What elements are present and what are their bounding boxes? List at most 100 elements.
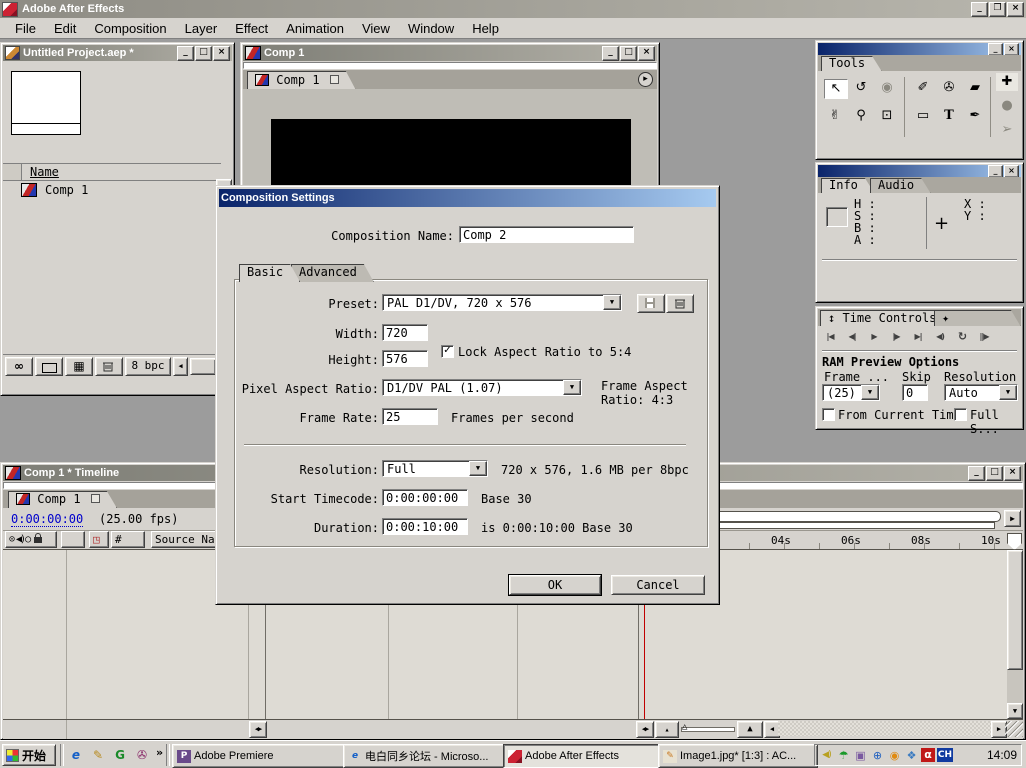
frame-rate-combo[interactable]: (25) ▼ (822, 384, 880, 401)
find-button[interactable]: ∞ (5, 357, 33, 376)
comp-titlebar[interactable]: Comp 1 _ □ × (243, 45, 657, 61)
comp-maximize-button[interactable]: □ (620, 46, 637, 61)
presets-tab[interactable]: ✦ Presets (934, 310, 1021, 327)
menu-window[interactable]: Window (399, 19, 463, 38)
height-input[interactable] (382, 350, 428, 367)
tray-antivirus-umbrella-icon[interactable]: ☂ (836, 748, 851, 763)
start-timecode-input[interactable] (382, 489, 468, 506)
current-time-display[interactable]: 0:00:00:00 (11, 512, 83, 527)
zoom-tool-icon[interactable]: ⚲ (850, 107, 872, 125)
ram-preview-button[interactable]: ||▶ (974, 330, 994, 344)
time-controls-tab[interactable]: ↕ Time Controls (820, 310, 953, 327)
project-maximize-button[interactable]: □ (195, 46, 212, 61)
resolution-dropdown-icon-dialog[interactable]: ▼ (469, 461, 487, 476)
quicklaunch-overflow-chevron[interactable]: » (156, 746, 163, 759)
audio-tab[interactable]: Audio (870, 178, 931, 194)
label-column[interactable] (61, 531, 85, 548)
info-titlebar[interactable]: _ × (818, 165, 1021, 177)
menu-file[interactable]: File (6, 19, 45, 38)
resolution-combo-dialog[interactable]: Full ▼ (382, 460, 488, 477)
project-titlebar[interactable]: Untitled Project.aep * _ □ × (3, 45, 232, 61)
info-close-button[interactable]: × (1004, 165, 1019, 178)
tray-volume-icon[interactable]: ◀) (819, 748, 834, 763)
full-screen-checkbox[interactable] (954, 408, 967, 421)
menu-edit[interactable]: Edit (45, 19, 85, 38)
timeline-maximize-button[interactable]: □ (986, 466, 1003, 481)
project-hscroll-left[interactable]: ◀ (173, 357, 188, 376)
comp-minimize-button[interactable]: _ (602, 46, 619, 61)
pen-tool-icon[interactable]: ✒ (964, 107, 986, 125)
frame-rate-input[interactable] (382, 408, 438, 425)
zoom-slider-track[interactable] (681, 727, 735, 732)
zoom-slider-handle[interactable]: △ (682, 722, 687, 732)
duration-input[interactable] (382, 518, 468, 535)
comp-tab[interactable]: Comp 1 (247, 71, 356, 90)
menu-animation[interactable]: Animation (277, 19, 353, 38)
preset-dropdown-icon[interactable]: ▼ (603, 295, 621, 310)
timeline-tab[interactable]: Comp 1 (8, 491, 117, 508)
save-preset-button[interactable] (637, 294, 665, 313)
project-item-label[interactable]: Comp 1 (45, 183, 88, 197)
frame-rate-dropdown-icon[interactable]: ▼ (861, 385, 879, 400)
timeline-navigator-bar[interactable] (703, 511, 1001, 522)
menu-effect[interactable]: Effect (226, 19, 277, 38)
basic-tab[interactable]: Basic (239, 264, 300, 282)
preset-combo[interactable]: PAL D1/DV, 720 x 576 ▼ (382, 294, 622, 311)
task-image-editor[interactable]: ✎ Image1.jpg* [1:3] : AC... (658, 744, 818, 768)
hand-tool-icon[interactable]: ✌ (824, 107, 846, 125)
audio-toggle-button[interactable]: ◀) (930, 330, 950, 344)
timeline-vscrollbar[interactable]: ▼ (1007, 550, 1023, 719)
composition-name-input[interactable] (459, 226, 634, 243)
previous-frame-button[interactable]: ◀| (842, 330, 862, 344)
sphere-tool-icon[interactable]: ● (996, 97, 1018, 115)
par-dropdown-icon[interactable]: ▼ (563, 380, 581, 395)
cancel-button[interactable]: Cancel (611, 575, 705, 595)
taskbar-clock[interactable]: 14:09 (987, 748, 1017, 762)
av-features-column[interactable]: ⊙◀)○ (5, 531, 57, 548)
play-button[interactable]: ▶ (864, 330, 884, 344)
project-item-comp1[interactable]: Comp 1 (3, 181, 221, 199)
axis-mode-tool-icon[interactable]: ✚ (996, 73, 1018, 91)
menu-help[interactable]: Help (463, 19, 508, 38)
menu-layer[interactable]: Layer (176, 19, 227, 38)
comp-tab-lock-box[interactable] (330, 75, 339, 84)
project-list-header[interactable]: Name (3, 163, 221, 181)
comp-tab-label[interactable]: Comp 1 (276, 73, 319, 87)
width-input[interactable] (382, 324, 428, 341)
info-tab[interactable]: Info (821, 178, 875, 194)
new-composition-button[interactable]: ▦ (65, 357, 93, 376)
bpc-button[interactable]: 8 bpc (125, 357, 171, 376)
type-tool-icon[interactable]: T (938, 107, 960, 125)
graph-splitter[interactable]: ◀▶ (636, 721, 654, 738)
project-close-button[interactable]: × (213, 46, 230, 61)
timeline-tab-lock-box[interactable] (91, 494, 100, 503)
loop-button[interactable]: ↻ (952, 330, 972, 344)
next-frame-button[interactable]: |▶ (886, 330, 906, 344)
parent-column[interactable]: ◳ (89, 531, 109, 548)
quicklaunch-media-icon[interactable]: G (112, 747, 128, 763)
column-splitter[interactable]: ◀▶ (249, 721, 267, 738)
timeline-close-button[interactable]: × (1004, 466, 1021, 481)
time-ruler[interactable]: 04s 06s 08s 10s (703, 531, 1006, 549)
lock-aspect-checkbox[interactable]: ✓ (441, 345, 454, 358)
delete-preset-button[interactable] (666, 294, 694, 313)
task-forum-browser[interactable]: e 电白同乡论坛 - Microso... (343, 744, 508, 768)
delete-button[interactable] (95, 357, 123, 376)
task-adobe-premiere[interactable]: P Adobe Premiere (172, 744, 348, 768)
selection-tool-icon[interactable]: ↖ (824, 79, 848, 99)
app-close-button[interactable]: × (1007, 2, 1024, 17)
tray-update-icon[interactable]: ❖ (904, 748, 919, 763)
mask-rect-tool-icon[interactable]: ▭ (912, 107, 934, 125)
timeline-tab-label[interactable]: Comp 1 (37, 492, 80, 506)
project-column-name[interactable]: Name (30, 165, 59, 179)
timeline-vscroll-down[interactable]: ▼ (1007, 703, 1023, 719)
language-indicator[interactable]: CH (937, 748, 953, 762)
time-controls-tab-label[interactable]: Time Controls (842, 311, 936, 325)
go-to-end-button[interactable]: ▶| (908, 330, 928, 344)
advanced-tab[interactable]: Advanced (291, 264, 374, 282)
timeline-minimize-button[interactable]: _ (968, 466, 985, 481)
app-restore-button[interactable]: ❐ (989, 2, 1006, 17)
app-minimize-button[interactable]: _ (971, 2, 988, 17)
resolution-dropdown-icon[interactable]: ▼ (999, 385, 1017, 400)
clone-stamp-tool-icon[interactable]: ✇ (938, 79, 960, 97)
